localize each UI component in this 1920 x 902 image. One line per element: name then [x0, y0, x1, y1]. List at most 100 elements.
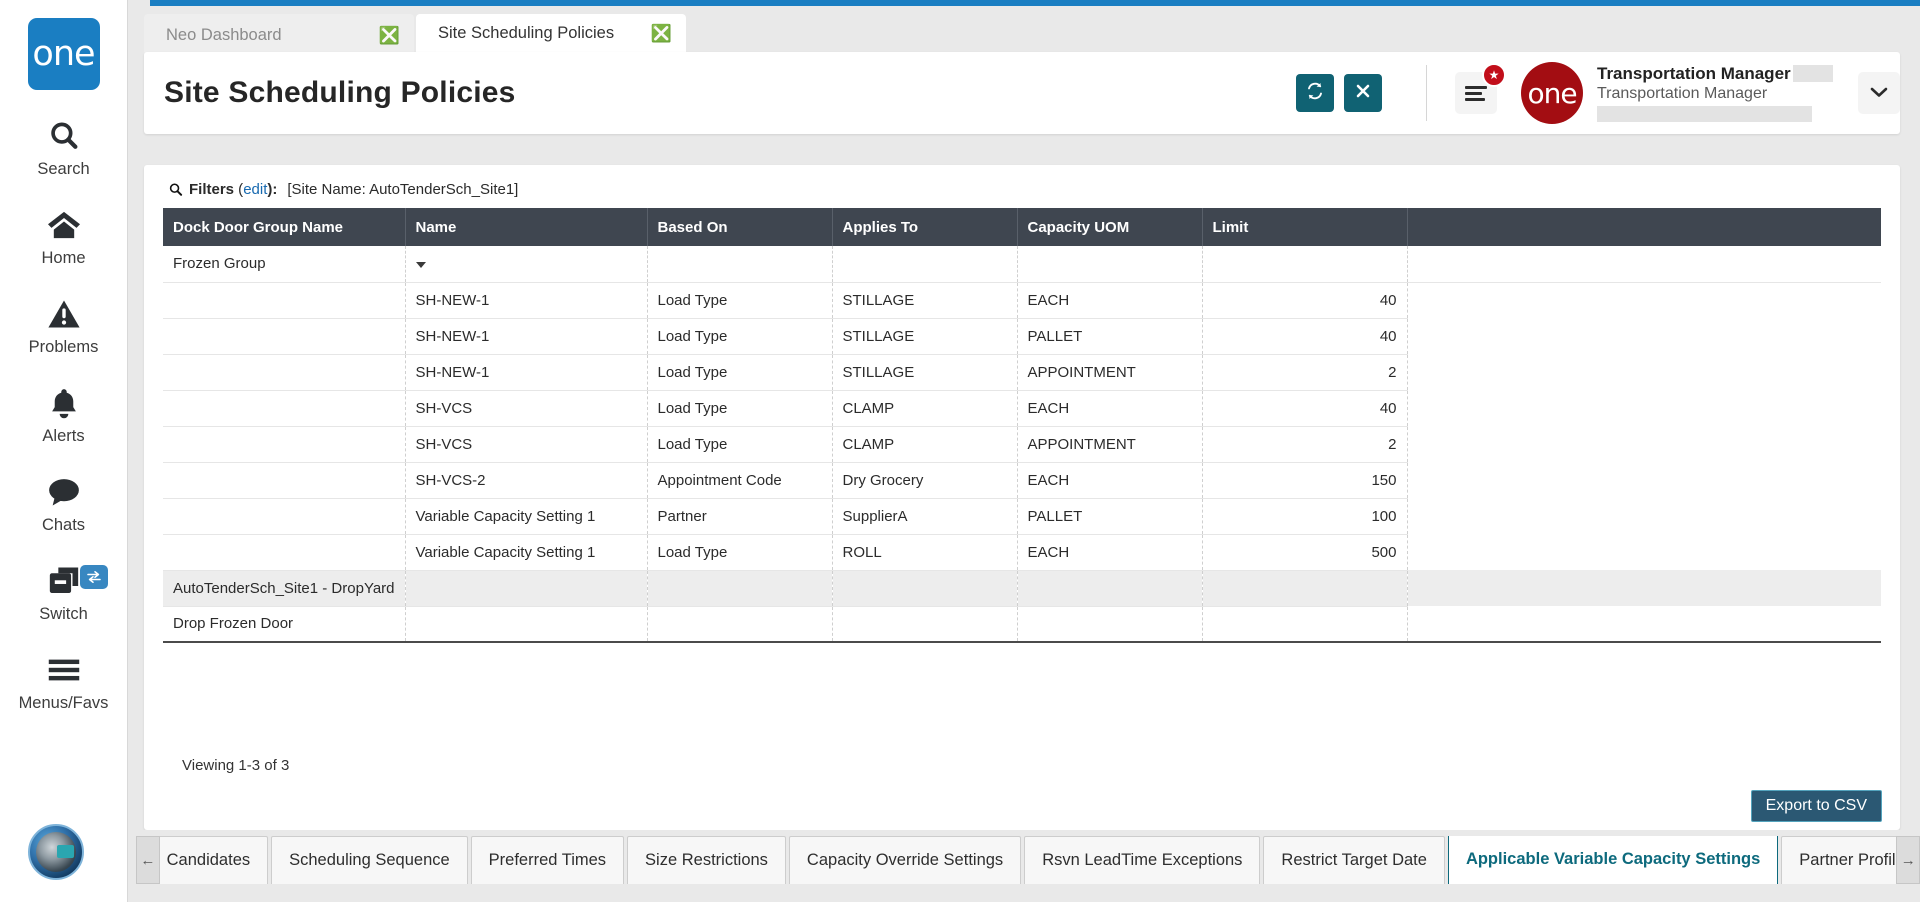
table-row[interactable]: Drop Frozen Door	[163, 606, 1881, 642]
cell-capacity-uom: EACH	[1017, 534, 1202, 570]
table-row[interactable]: SH-VCSLoad TypeCLAMPEACH40	[163, 390, 1881, 426]
switch-toggle-badge[interactable]	[80, 565, 108, 589]
bottom-tabs-list: CandidatesScheduling SequencePreferred T…	[160, 836, 1897, 884]
cell-name: Variable Capacity Setting 1	[405, 498, 647, 534]
column-header-capacity-uom[interactable]: Capacity UOM	[1017, 208, 1202, 246]
cell-capacity-uom: PALLET	[1017, 318, 1202, 354]
cell-based-on	[647, 570, 832, 606]
export-bar: Export to CSV	[1751, 790, 1882, 822]
table-row[interactable]: SH-VCS-2Appointment CodeDry GroceryEACH1…	[163, 462, 1881, 498]
home-icon	[46, 205, 82, 245]
close-page-button[interactable]	[1344, 74, 1382, 112]
bottom-tab-applicable-variable-capacity-settings[interactable]: Applicable Variable Capacity Settings	[1448, 836, 1778, 884]
cell-dock-door-group-name	[163, 534, 405, 570]
bottom-tab-rsvn-leadtime-exceptions[interactable]: Rsvn LeadTime Exceptions	[1024, 836, 1260, 884]
cell-filler	[1407, 246, 1881, 282]
left-nav-rail: one Search Home Problems Alerts	[0, 0, 128, 902]
export-to-csv-button[interactable]: Export to CSV	[1751, 790, 1882, 822]
bottom-tab-partner-profile[interactable]: Partner Profile	[1781, 836, 1896, 884]
sidebar-item-alerts[interactable]: Alerts	[0, 383, 128, 446]
cell-limit: 150	[1202, 462, 1407, 498]
filters-paren-close: ):	[267, 181, 277, 198]
cell-filler	[1407, 318, 1881, 354]
sidebar-item-search[interactable]: Search	[0, 116, 128, 179]
cell-filler	[1407, 426, 1881, 462]
sidebar-item-menus-favs[interactable]: Menus/Favs	[0, 650, 128, 713]
cell-limit: 2	[1202, 426, 1407, 462]
cell-capacity-uom	[1017, 246, 1202, 282]
cell-capacity-uom	[1017, 606, 1202, 642]
expand-collapse-caret-icon[interactable]	[416, 262, 426, 268]
table-body: Frozen GroupSH-NEW-1Load TypeSTILLAGEEAC…	[163, 246, 1881, 642]
avatar[interactable]	[28, 824, 84, 880]
cell-filler	[1407, 570, 1881, 606]
bottom-tab-candidates[interactable]: Candidates	[160, 836, 268, 884]
avatar-visor	[57, 845, 74, 858]
cell-dock-door-group-name: Frozen Group	[163, 246, 405, 282]
app-root: one Search Home Problems Alerts	[0, 0, 1920, 902]
sidebar-item-switch[interactable]: Switch	[0, 561, 128, 624]
close-icon[interactable]: ❎	[379, 27, 400, 44]
refresh-button[interactable]	[1296, 74, 1334, 112]
content-card: Filters ( edit ): [Site Name: AutoTender…	[144, 165, 1900, 830]
workspace-tab-strip: Neo Dashboard ❎ Site Scheduling Policies…	[144, 14, 688, 56]
table-row[interactable]: SH-VCSLoad TypeCLAMPAPPOINTMENT2	[163, 426, 1881, 462]
bottom-tab-scheduling-sequence[interactable]: Scheduling Sequence	[271, 836, 468, 884]
table-row[interactable]: Variable Capacity Setting 1PartnerSuppli…	[163, 498, 1881, 534]
scroll-tabs-left-button[interactable]: ←	[136, 836, 160, 884]
cell-name: SH-NEW-1	[405, 354, 647, 390]
cell-name	[405, 570, 647, 606]
cell-based-on	[647, 246, 832, 282]
bottom-tab-preferred-times[interactable]: Preferred Times	[471, 836, 624, 884]
arrow-right-icon: →	[1901, 852, 1916, 869]
workspace-tab-site-scheduling-policies[interactable]: Site Scheduling Policies ❎	[416, 14, 686, 56]
column-header-name[interactable]: Name	[405, 208, 647, 246]
column-header-dock-door-group-name[interactable]: Dock Door Group Name	[163, 208, 405, 246]
sidebar-item-problems[interactable]: Problems	[0, 294, 128, 357]
sidebar-item-home[interactable]: Home	[0, 205, 128, 268]
filters-paren-open: (	[234, 181, 243, 198]
scroll-tabs-right-button[interactable]: →	[1896, 836, 1920, 884]
table-row[interactable]: AutoTenderSch_Site1 - DropYard	[163, 570, 1881, 606]
table-row[interactable]: Variable Capacity Setting 1Load TypeROLL…	[163, 534, 1881, 570]
user-block[interactable]: Transportation Manager Transportation Ma…	[1597, 64, 1852, 122]
workspace-tab-neo-dashboard[interactable]: Neo Dashboard ❎	[144, 14, 414, 56]
cell-limit: 40	[1202, 390, 1407, 426]
cell-capacity-uom: PALLET	[1017, 498, 1202, 534]
filter-bar: Filters ( edit ): [Site Name: AutoTender…	[144, 165, 1900, 208]
cell-capacity-uom: EACH	[1017, 282, 1202, 318]
table-row[interactable]: Frozen Group	[163, 246, 1881, 282]
filters-edit-link[interactable]: edit	[243, 181, 267, 198]
table-row[interactable]: SH-NEW-1Load TypeSTILLAGEPALLET40	[163, 318, 1881, 354]
user-role: Transportation Manager	[1597, 85, 1852, 103]
cell-capacity-uom: EACH	[1017, 462, 1202, 498]
column-header-limit[interactable]: Limit	[1202, 208, 1407, 246]
table-row[interactable]: SH-NEW-1Load TypeSTILLAGEAPPOINTMENT2	[163, 354, 1881, 390]
bottom-tab-restrict-target-date[interactable]: Restrict Target Date	[1263, 836, 1445, 884]
user-menu-button[interactable]	[1858, 72, 1900, 114]
close-icon[interactable]: ❎	[651, 25, 672, 42]
avatar-image	[36, 832, 76, 872]
hamburger-icon	[1465, 83, 1487, 104]
cell-name: SH-VCS	[405, 426, 647, 462]
column-header-applies-to[interactable]: Applies To	[832, 208, 1017, 246]
favorites-menu-button[interactable]: ★	[1455, 72, 1497, 114]
app-logo[interactable]: one	[28, 18, 100, 90]
viewing-count: Viewing 1-3 of 3	[182, 757, 289, 774]
sidebar-item-label: Problems	[29, 338, 99, 357]
table-header-row: Dock Door Group Name Name Based On Appli…	[163, 208, 1881, 246]
bottom-tab-capacity-override-settings[interactable]: Capacity Override Settings	[789, 836, 1021, 884]
sidebar-item-chats[interactable]: Chats	[0, 472, 128, 535]
column-header-based-on[interactable]: Based On	[647, 208, 832, 246]
user-name: Transportation Manager	[1597, 64, 1791, 84]
top-accent-strip	[150, 0, 1920, 6]
cell-applies-to: Dry Grocery	[832, 462, 1017, 498]
table-row[interactable]: SH-NEW-1Load TypeSTILLAGEEACH40	[163, 282, 1881, 318]
cell-based-on: Partner	[647, 498, 832, 534]
cell-dock-door-group-name	[163, 462, 405, 498]
cell-dock-door-group-name	[163, 390, 405, 426]
cell-based-on: Load Type	[647, 282, 832, 318]
cell-filler	[1407, 462, 1881, 498]
cell-limit: 500	[1202, 534, 1407, 570]
bottom-tab-size-restrictions[interactable]: Size Restrictions	[627, 836, 786, 884]
